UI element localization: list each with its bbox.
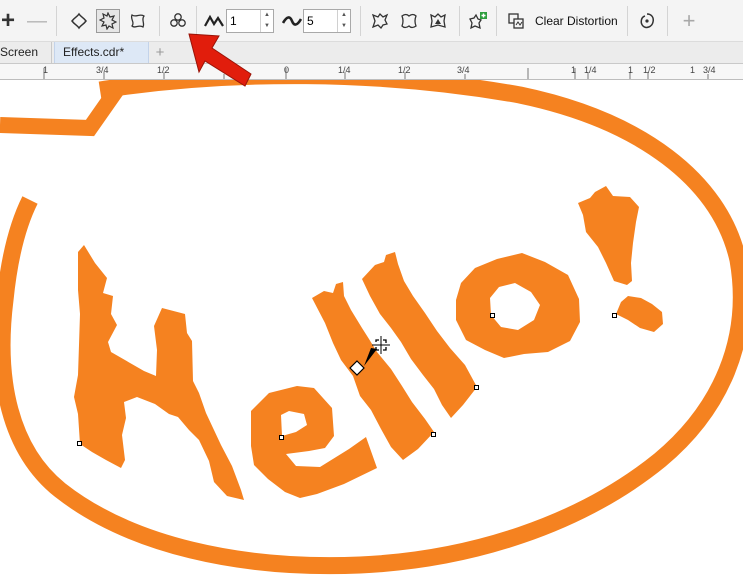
- node-handle[interactable]: [612, 313, 617, 318]
- ruler-label: 1/2: [157, 65, 170, 75]
- zipper-distortion-button[interactable]: [96, 9, 120, 33]
- center-distortion-icon: [640, 13, 654, 29]
- random-distortion-icon: [371, 12, 389, 30]
- tab-effects-cdr[interactable]: Effects.cdr*: [54, 42, 149, 63]
- convert-to-curves-icon[interactable]: [504, 9, 528, 33]
- amplitude-icon: [203, 9, 225, 33]
- ruler-label: 1/4: [584, 65, 597, 75]
- node-handle[interactable]: [474, 385, 479, 390]
- ruler-label: 3/4: [96, 65, 109, 75]
- letter-o[interactable]: [456, 253, 580, 358]
- ruler-label: 0: [284, 65, 290, 75]
- spin-up-icon[interactable]: ▲: [261, 10, 273, 21]
- separator: [56, 6, 57, 36]
- spin-down-icon[interactable]: ▼: [261, 21, 273, 32]
- frequency-spinbox[interactable]: ▲▼: [303, 9, 351, 33]
- letter-h[interactable]: [74, 245, 244, 500]
- twister-distortion-button[interactable]: [126, 9, 150, 33]
- document-tab-bar: Screen Effects.cdr* +: [0, 42, 743, 64]
- add-new-distortion-icon: [170, 13, 186, 27]
- copy-distortion-icon: [469, 12, 487, 30]
- separator: [159, 6, 160, 36]
- center-distortion-button[interactable]: [635, 9, 659, 33]
- ruler-label: 1/4: [338, 65, 351, 75]
- copy-distortion-button[interactable]: [466, 9, 490, 33]
- add-new-distortion-button[interactable]: [166, 9, 190, 33]
- drawing-canvas[interactable]: [0, 80, 743, 579]
- add-preset-button[interactable]: +: [0, 7, 16, 34]
- separator: [196, 6, 197, 36]
- tab-screen[interactable]: Screen: [0, 42, 52, 63]
- amplitude-input[interactable]: [227, 10, 260, 32]
- separator: [360, 6, 361, 36]
- zipper-distortion-icon: [99, 12, 117, 30]
- bubble-tail[interactable]: [0, 83, 125, 137]
- clear-distortion-button[interactable]: Clear Distortion: [535, 9, 621, 33]
- clear-distortion-label: Clear Distortion: [535, 14, 618, 28]
- add-to-toolbar-button[interactable]: +: [678, 8, 700, 33]
- ruler-label: 1: [43, 65, 49, 75]
- local-distortion-icon: [430, 13, 446, 28]
- separator: [667, 6, 668, 36]
- remove-preset-button[interactable]: —: [26, 9, 48, 33]
- node-handle[interactable]: [279, 435, 284, 440]
- ruler-label: 3/4: [703, 65, 716, 75]
- push-pull-distortion-button[interactable]: [67, 9, 91, 33]
- ruler-label: 3/4: [457, 65, 470, 75]
- separator: [627, 6, 628, 36]
- frequency-spinner-arrows[interactable]: ▲ ▼: [337, 10, 350, 32]
- separator: [496, 6, 497, 36]
- push-pull-distortion-icon: [71, 12, 87, 30]
- ruler-label: 1/2: [398, 65, 411, 75]
- letter-exclamation-bar[interactable]: [578, 186, 639, 285]
- amplitude-spinner-arrows[interactable]: ▲ ▼: [260, 10, 273, 32]
- frequency-input[interactable]: [304, 10, 337, 32]
- letter-e[interactable]: [251, 386, 377, 498]
- smooth-distortion-icon: [401, 13, 417, 29]
- local-distortion-button[interactable]: [426, 9, 450, 33]
- spin-down-icon[interactable]: ▼: [338, 21, 350, 32]
- ruler-label: 1: [690, 65, 696, 75]
- spin-up-icon[interactable]: ▲: [338, 10, 350, 21]
- ruler-label: 1: [628, 65, 634, 75]
- frequency-icon: [281, 9, 303, 33]
- horizontal-ruler[interactable]: 1 3/4 1/2 0 1/4 1/2 3/4 1 1/4 1 1/2 1 3/…: [0, 64, 743, 80]
- letter-exclamation-dot[interactable]: [616, 296, 663, 332]
- smooth-distortion-button[interactable]: [397, 9, 421, 33]
- node-handle[interactable]: [431, 432, 436, 437]
- property-bar: + — ▲▼ ▲▼ Clear: [0, 0, 743, 42]
- distorted-hello-text[interactable]: [74, 186, 663, 500]
- twister-distortion-icon: [130, 14, 145, 28]
- random-distortion-button[interactable]: [368, 9, 392, 33]
- separator: [459, 6, 460, 36]
- new-tab-button[interactable]: +: [150, 42, 170, 63]
- ruler-label: 1: [571, 65, 577, 75]
- ruler-label: 1/2: [643, 65, 656, 75]
- node-handle[interactable]: [490, 313, 495, 318]
- node-handle[interactable]: [77, 441, 82, 446]
- amplitude-spinbox[interactable]: ▲▼: [226, 9, 274, 33]
